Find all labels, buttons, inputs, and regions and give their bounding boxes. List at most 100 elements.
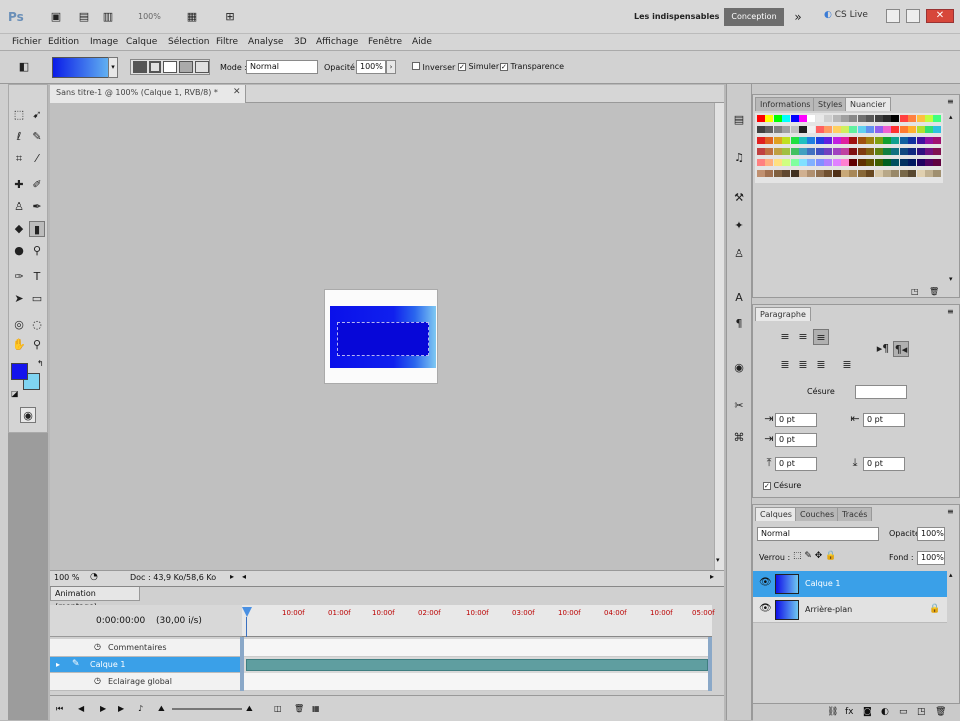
fill-input[interactable]: 100% [917, 551, 945, 565]
new-group-icon[interactable]: ▭ [899, 707, 908, 717]
swatch-color[interactable] [925, 115, 933, 122]
swatch-color[interactable] [790, 170, 799, 177]
swatch-color[interactable] [908, 148, 917, 155]
layer-opacity-input[interactable]: 100% [917, 527, 945, 541]
visibility-eye-icon[interactable]: 👁 [759, 577, 772, 588]
swatch-color[interactable] [857, 170, 866, 177]
swatch-color[interactable] [782, 126, 791, 133]
swatch-color[interactable] [883, 159, 891, 166]
swatch-color[interactable] [908, 159, 917, 166]
swatch-color[interactable] [807, 148, 816, 155]
path-selection-tool-icon[interactable]: ➤ [11, 291, 27, 307]
swatch-color[interactable] [782, 137, 791, 144]
convert-frames-icon[interactable]: ▦ [312, 704, 320, 713]
status-zoom[interactable]: 100 % [54, 573, 79, 582]
swatch-color[interactable] [807, 126, 816, 133]
swatch-color[interactable] [916, 170, 925, 177]
minimize-button[interactable] [886, 9, 900, 23]
swatch-color[interactable] [807, 137, 816, 144]
eyedropper-tool-icon[interactable]: ⁄ [29, 151, 45, 167]
delete-swatch-icon[interactable]: 🗑 [929, 287, 939, 296]
swatch-color[interactable] [824, 170, 833, 177]
panel-menu-icon[interactable]: ≡ [947, 507, 954, 516]
add-mask-icon[interactable]: ◙ [863, 707, 872, 717]
adjustments-panel-icon[interactable]: ✂ [731, 398, 747, 414]
swatch-color[interactable] [815, 115, 824, 122]
swatch-color[interactable] [866, 148, 875, 155]
eraser-tool-icon[interactable]: ◆ [11, 221, 27, 237]
swatch-color[interactable] [841, 115, 849, 122]
swatch-color[interactable] [874, 159, 883, 166]
zoom-tool-icon[interactable]: ⚲ [29, 337, 45, 353]
swatch-color[interactable] [874, 126, 883, 133]
align-center-icon[interactable]: ≡ [795, 329, 811, 345]
canvas-area[interactable] [50, 103, 714, 570]
layer-name[interactable]: Calque 1 [805, 579, 840, 588]
swatch-color[interactable] [849, 159, 858, 166]
paragraph-panel-icon[interactable]: ¶ [731, 316, 747, 332]
swatch-color[interactable] [757, 159, 765, 166]
swatch-color[interactable] [891, 137, 900, 144]
lasso-tool-icon[interactable]: ℓ [11, 129, 27, 145]
foreground-color-swatch[interactable] [11, 363, 28, 380]
swatch-color[interactable] [782, 159, 791, 166]
swatch-color[interactable] [773, 126, 782, 133]
work-area-end-handle[interactable] [708, 637, 712, 691]
timeline-ruler[interactable]: 10:00f 01:00f 10:00f 02:00f 10:00f 03:00… [242, 605, 715, 637]
track-comments[interactable] [242, 639, 712, 657]
swatch-color[interactable] [883, 170, 891, 177]
swatch-color[interactable] [773, 170, 782, 177]
swatch-color[interactable] [824, 126, 833, 133]
document-canvas[interactable] [325, 290, 437, 383]
swatch-color[interactable] [849, 137, 858, 144]
linear-gradient-icon[interactable] [133, 61, 147, 73]
swatch-color[interactable] [799, 137, 807, 144]
direction-rtl-icon[interactable]: ¶◂ [893, 341, 909, 357]
reverse-checkbox[interactable]: Inverser [412, 62, 455, 72]
swatch-color[interactable] [841, 159, 849, 166]
swatch-color[interactable] [765, 115, 774, 122]
swatch-color[interactable] [925, 170, 933, 177]
swatch-color[interactable] [899, 115, 908, 122]
type-tool-icon[interactable]: T [29, 269, 45, 285]
layer-row-background[interactable]: 👁 Arrière-plan 🔒 [753, 597, 947, 623]
menu-file[interactable]: Fichier [12, 37, 41, 47]
menu-3d[interactable]: 3D [294, 37, 307, 47]
swatch-color[interactable] [857, 159, 866, 166]
swatch-color[interactable] [916, 126, 925, 133]
justify-right-icon[interactable]: ≣ [813, 357, 829, 373]
tab-styles[interactable]: Styles [813, 97, 848, 111]
swatch-color[interactable] [757, 126, 765, 133]
menu-window[interactable]: Fenêtre [368, 37, 402, 47]
swatch-color[interactable] [849, 170, 858, 177]
swatch-color[interactable] [832, 126, 841, 133]
swatch-color[interactable] [916, 137, 925, 144]
swatch-color[interactable] [883, 148, 891, 155]
swatch-color[interactable] [773, 148, 782, 155]
timeline-row-layer-1[interactable]: ▸ ✎ Calque 1 [50, 657, 242, 673]
link-layers-icon[interactable]: ⛓ [827, 707, 838, 717]
swatch-color[interactable] [782, 170, 791, 177]
swatch-color[interactable] [815, 126, 824, 133]
gradient-tool-preset-icon[interactable]: ◧ [16, 59, 32, 75]
menu-view[interactable]: Affichage [316, 37, 358, 47]
first-frame-icon[interactable]: ⏮ [56, 704, 63, 714]
swatch-color[interactable] [773, 115, 782, 122]
3d-orbit-tool-icon[interactable]: ◌ [29, 317, 45, 333]
scroll-right-icon[interactable]: ▸ [710, 572, 714, 581]
direction-ltr-icon[interactable]: ▸¶ [875, 341, 891, 357]
history-brush-tool-icon[interactable]: ✒ [29, 199, 45, 215]
swatch-color[interactable] [790, 148, 799, 155]
swatch-color[interactable] [824, 115, 833, 122]
first-line-indent-input[interactable]: 0 pt [775, 433, 817, 447]
mini-bridge-icon[interactable]: ▤ [76, 9, 92, 25]
gradient-dropdown-icon[interactable]: ▾ [108, 57, 118, 78]
swatch-color[interactable] [899, 126, 908, 133]
swatch-color[interactable] [807, 159, 816, 166]
shape-tool-icon[interactable]: ▭ [29, 291, 45, 307]
swatch-color[interactable] [841, 137, 849, 144]
document-tab[interactable]: Sans titre-1 @ 100% (Calque 1, RVB/8) * … [50, 85, 246, 103]
justify-all-icon[interactable]: ≣ [839, 357, 855, 373]
timeline-zoom-slider[interactable] [172, 708, 242, 710]
swatch-color[interactable] [916, 159, 925, 166]
